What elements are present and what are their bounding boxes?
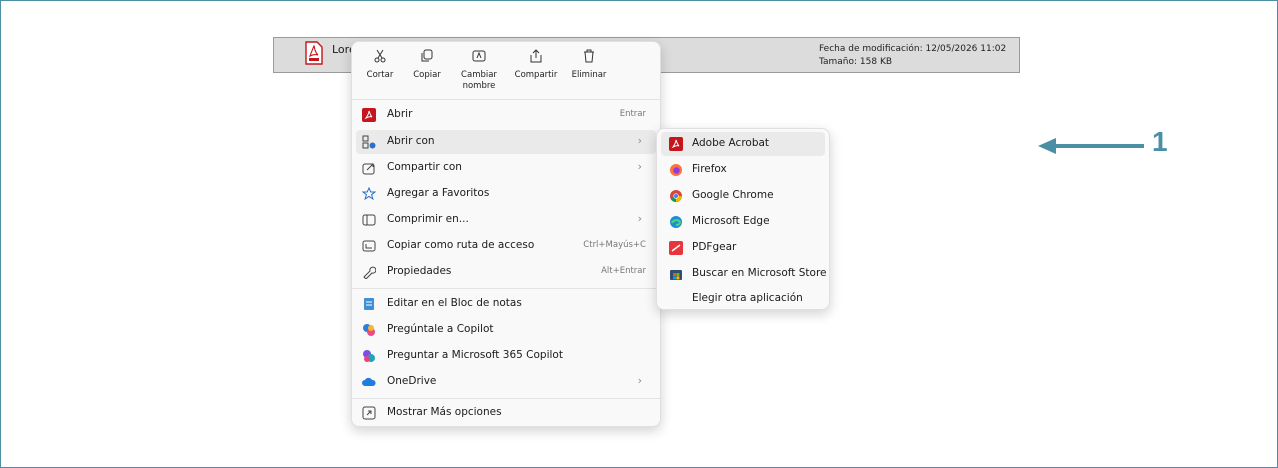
star-icon bbox=[362, 187, 376, 201]
menu-item-copiar-ruta[interactable]: Copiar como ruta de acceso Ctrl+Mayús+C bbox=[356, 234, 656, 258]
more-options-icon bbox=[362, 406, 376, 420]
menu-item-compartir-con[interactable]: Compartir con › bbox=[356, 156, 656, 180]
separator bbox=[352, 288, 660, 289]
menu-item-bloc-notas[interactable]: Editar en el Bloc de notas bbox=[356, 292, 656, 316]
submenu-item-chrome[interactable]: Google Chrome bbox=[661, 184, 825, 208]
acrobat-icon bbox=[669, 137, 683, 151]
trash-icon bbox=[584, 49, 594, 63]
open-with-submenu: Adobe Acrobat Firefox Google Chrome Micr… bbox=[656, 128, 830, 310]
menu-item-abrir[interactable]: Abrir Entrar bbox=[356, 103, 656, 127]
submenu-item-microsoft-store[interactable]: Buscar en Microsoft Store bbox=[661, 262, 827, 286]
chevron-right-icon: › bbox=[637, 134, 642, 147]
context-menu: Cortar Copiar Cambiar nombre Compartir E… bbox=[351, 41, 661, 427]
file-modified: Fecha de modificación: 12/05/2026 11:02 bbox=[819, 44, 1007, 54]
path-icon bbox=[362, 240, 376, 252]
share-icon bbox=[362, 163, 375, 175]
pdf-icon bbox=[362, 108, 376, 122]
chrome-icon bbox=[670, 190, 682, 203]
menu-item-comprimir[interactable]: Comprimir en... › bbox=[356, 208, 656, 232]
edge-icon bbox=[670, 216, 682, 228]
separator bbox=[352, 398, 660, 399]
menu-item-abrir-con[interactable]: Abrir con › bbox=[356, 130, 656, 154]
menu-item-mas-opciones[interactable]: Mostrar Más opciones bbox=[356, 401, 656, 425]
cut-button[interactable]: Cortar bbox=[360, 49, 400, 81]
menu-item-m365-copilot[interactable]: Preguntar a Microsoft 365 Copilot bbox=[356, 344, 656, 368]
file-size: Tamaño: 158 KB bbox=[819, 57, 893, 67]
submenu-item-firefox[interactable]: Firefox bbox=[661, 158, 825, 182]
firefox-icon bbox=[670, 164, 682, 176]
arrow-left-icon bbox=[1038, 138, 1144, 154]
menu-item-onedrive[interactable]: OneDrive › bbox=[356, 370, 656, 394]
callout-number: 1 bbox=[1152, 126, 1168, 157]
chevron-right-icon: › bbox=[637, 160, 642, 173]
separator bbox=[352, 99, 660, 100]
copy-icon bbox=[421, 49, 433, 62]
onedrive-icon bbox=[362, 377, 376, 386]
pdfgear-icon bbox=[669, 241, 683, 255]
m365-copilot-icon bbox=[363, 350, 375, 362]
chevron-right-icon: › bbox=[637, 374, 642, 387]
open-with-icon bbox=[362, 135, 376, 149]
file-meta: Fecha de modificación: 12/05/2026 11:02 … bbox=[819, 43, 1006, 69]
zip-icon bbox=[362, 214, 376, 226]
menu-item-copilot[interactable]: Pregúntale a Copilot bbox=[356, 318, 656, 342]
submenu-item-adobe-acrobat[interactable]: Adobe Acrobat bbox=[661, 132, 825, 156]
wrench-icon bbox=[363, 266, 376, 279]
rename-icon bbox=[472, 50, 486, 62]
submenu-item-edge[interactable]: Microsoft Edge bbox=[661, 210, 825, 234]
share-icon bbox=[530, 49, 542, 63]
pdf-file-icon bbox=[305, 41, 323, 65]
quick-actions-bar: Cortar Copiar Cambiar nombre Compartir E… bbox=[352, 42, 660, 99]
copy-button[interactable]: Copiar bbox=[407, 49, 447, 81]
delete-button[interactable]: Eliminar bbox=[567, 49, 611, 81]
rename-button[interactable]: Cambiar nombre bbox=[457, 49, 501, 92]
scissors-icon bbox=[374, 49, 386, 63]
copilot-icon bbox=[363, 324, 375, 336]
store-icon bbox=[670, 270, 682, 280]
submenu-item-pdfgear[interactable]: PDFgear bbox=[661, 236, 825, 260]
menu-item-propiedades[interactable]: Propiedades Alt+Entrar bbox=[356, 260, 656, 284]
menu-item-favoritos[interactable]: Agregar a Favoritos bbox=[356, 182, 656, 206]
notepad-icon bbox=[364, 298, 374, 310]
share-button[interactable]: Compartir bbox=[510, 49, 562, 81]
submenu-item-elegir-otra[interactable]: Elegir otra aplicación bbox=[661, 287, 825, 311]
chevron-right-icon: › bbox=[637, 212, 642, 225]
